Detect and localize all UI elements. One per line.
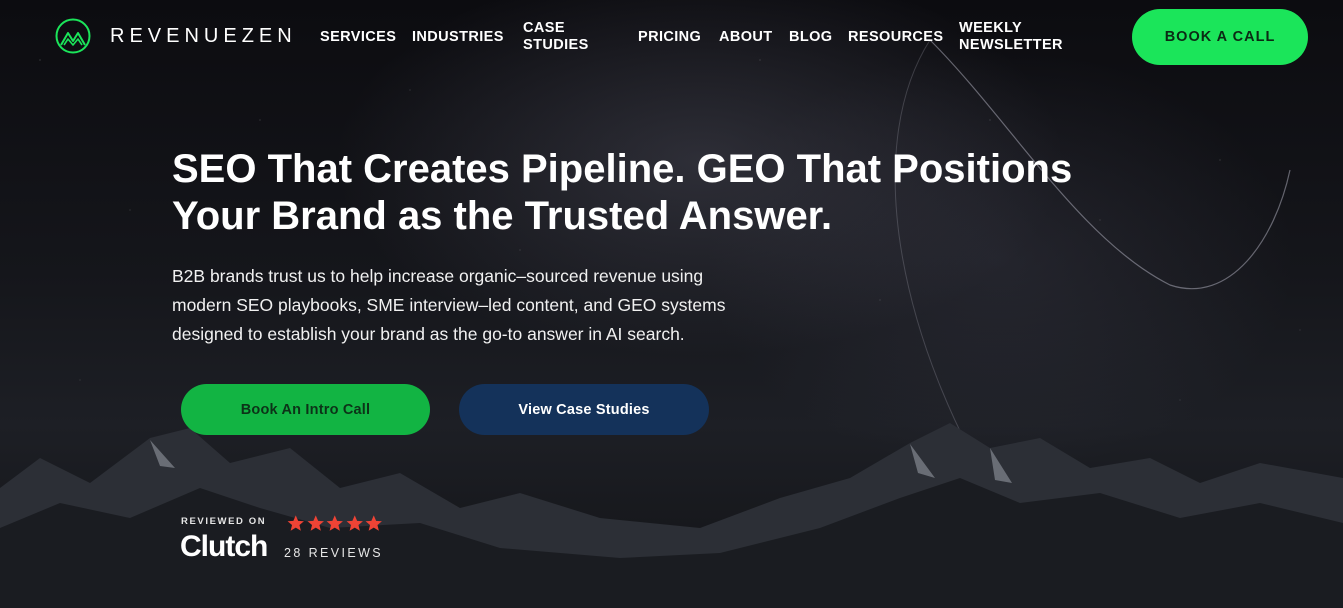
brand-name: REVENUEZEN bbox=[110, 24, 297, 47]
hero-headline-line1: SEO That Creates Pipeline. GEO That Posi… bbox=[172, 147, 1073, 191]
book-intro-call-button[interactable]: Book An Intro Call bbox=[181, 384, 430, 435]
nav-newsletter-line1: WEEKLY bbox=[959, 20, 1023, 36]
brand-logo[interactable]: REVENUEZEN bbox=[55, 18, 297, 54]
nav-industries[interactable]: INDUSTRIES bbox=[412, 29, 504, 46]
star-icon bbox=[346, 515, 363, 531]
mountain-range-image bbox=[0, 423, 1343, 608]
star-icon bbox=[326, 515, 343, 531]
hero-subtext: B2B brands trust us to help increase org… bbox=[172, 262, 832, 349]
site-header: REVENUEZEN SERVICES INDUSTRIES CASE STUD… bbox=[0, 0, 1343, 76]
star-icon bbox=[287, 515, 304, 531]
star-icon bbox=[307, 515, 324, 531]
nav-weekly-newsletter[interactable]: WEEKLY NEWSLETTER bbox=[959, 20, 1063, 54]
nav-case-studies[interactable]: CASE STUDIES bbox=[523, 20, 589, 54]
book-a-call-button[interactable]: BOOK A CALL bbox=[1132, 9, 1308, 65]
nav-case-studies-line1: CASE bbox=[523, 20, 565, 36]
star-icon bbox=[365, 515, 382, 531]
nav-services[interactable]: SERVICES bbox=[320, 29, 396, 46]
clutch-logo: Clutch bbox=[180, 530, 268, 564]
hero-subtext-line3: designed to establish your brand as the … bbox=[172, 324, 685, 344]
review-count: 28 REVIEWS bbox=[284, 546, 384, 560]
clutch-review-badge[interactable]: REVIEWED ON Clutch 28 REVIEWS bbox=[180, 514, 400, 564]
clutch-logo-text: Clutch bbox=[180, 530, 268, 563]
hero-headline: SEO That Creates Pipeline. GEO That Posi… bbox=[172, 146, 1172, 240]
nav-resources[interactable]: RESOURCES bbox=[848, 29, 943, 46]
nav-pricing[interactable]: PRICING bbox=[638, 29, 701, 46]
hero-section: REVENUEZEN SERVICES INDUSTRIES CASE STUD… bbox=[0, 0, 1343, 608]
nav-blog[interactable]: BLOG bbox=[789, 29, 833, 46]
hero-subtext-line1: B2B brands trust us to help increase org… bbox=[172, 266, 704, 286]
nav-newsletter-line2: NEWSLETTER bbox=[959, 37, 1063, 53]
hero-headline-line2: Your Brand as the Trusted Answer. bbox=[172, 194, 833, 238]
reviewed-on-label: REVIEWED ON bbox=[181, 516, 267, 527]
view-case-studies-button[interactable]: View Case Studies bbox=[459, 384, 709, 435]
nav-case-studies-line2: STUDIES bbox=[523, 37, 589, 53]
hero-subtext-line2: modern SEO playbooks, SME interview–led … bbox=[172, 295, 726, 315]
nav-about[interactable]: ABOUT bbox=[719, 29, 773, 46]
rating-stars bbox=[286, 514, 384, 533]
mountain-logo-icon bbox=[55, 18, 91, 54]
